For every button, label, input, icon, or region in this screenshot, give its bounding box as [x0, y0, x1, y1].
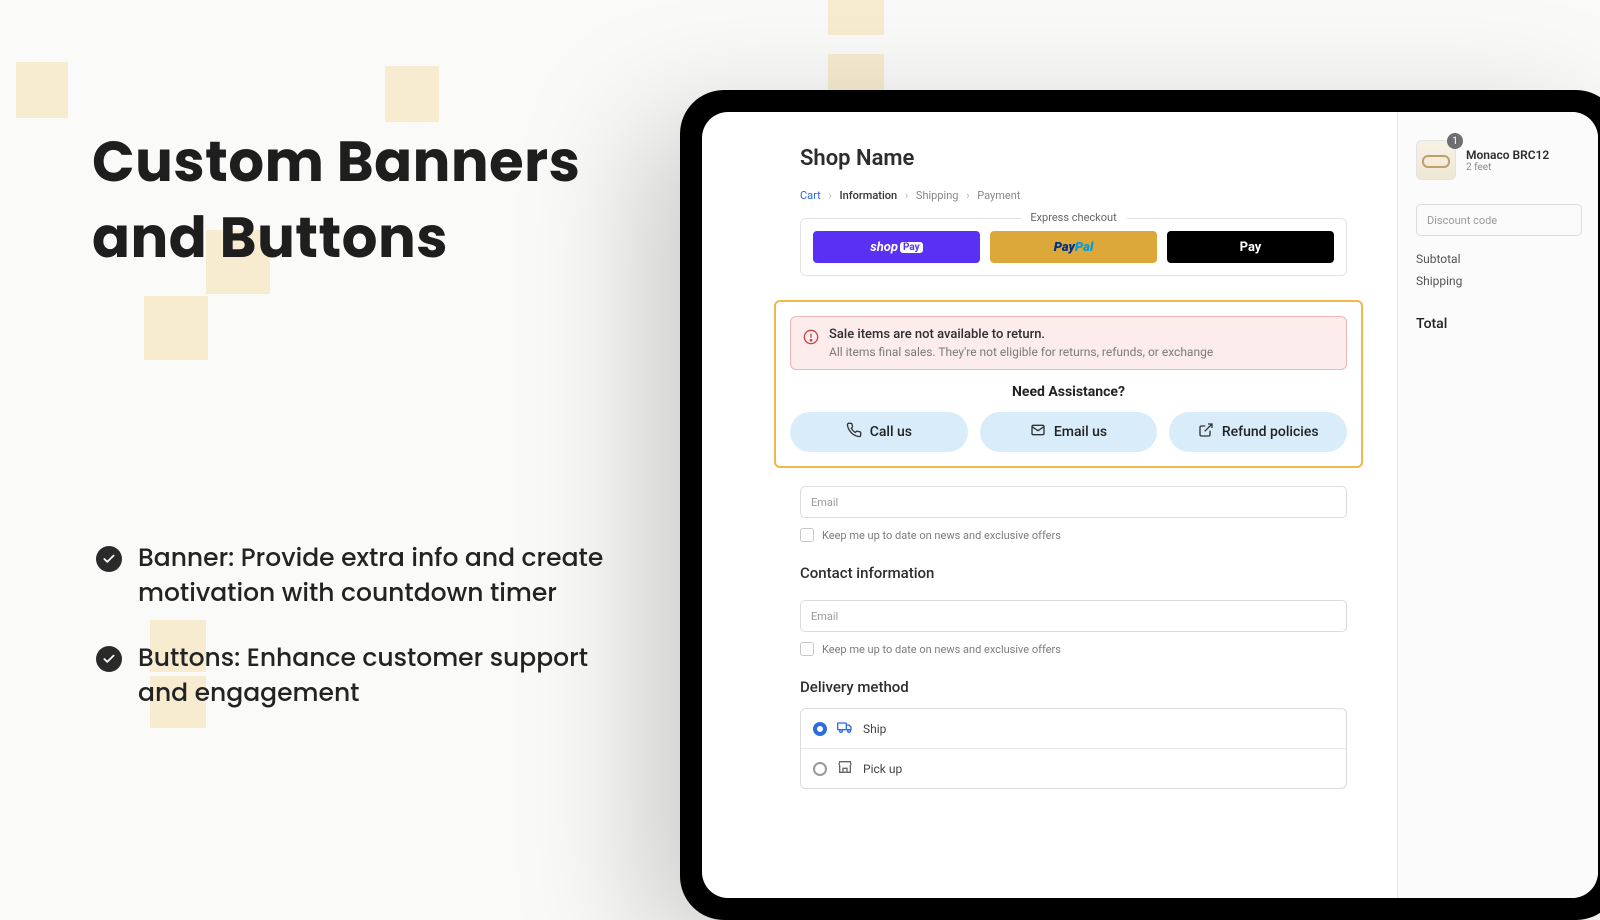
breadcrumb: Cart › Information › Shipping › Payment — [800, 189, 1347, 202]
warning-banner: Sale items are not available to return. … — [790, 316, 1347, 370]
store-icon — [837, 759, 853, 778]
product-name: Monaco BRC12 — [1466, 148, 1549, 162]
check-icon — [96, 646, 122, 672]
mail-icon — [1030, 422, 1046, 442]
total-label: Total — [1416, 316, 1447, 332]
email-field[interactable]: Email — [800, 486, 1347, 518]
news-checkbox-label: Keep me up to date on news and exclusive… — [822, 529, 1061, 542]
radio-selected-icon[interactable] — [813, 722, 827, 736]
news-checkbox-row[interactable]: Keep me up to date on news and exclusive… — [800, 528, 1347, 542]
shipping-label: Shipping — [1416, 274, 1462, 288]
feature-item: Buttons: Enhance customer support and en… — [96, 640, 616, 710]
cart-product: 1 Monaco BRC12 2 feet — [1416, 140, 1582, 180]
subtotal-label: Subtotal — [1416, 252, 1461, 266]
crumb-information[interactable]: Information — [840, 189, 898, 202]
crumb-cart[interactable]: Cart — [800, 189, 821, 202]
discount-code-field[interactable]: Discount code — [1416, 204, 1582, 236]
hero-title-line2: and Buttons — [92, 198, 448, 277]
delivery-ship-option[interactable]: Ship — [801, 709, 1346, 748]
contact-section-heading: Contact information — [800, 564, 1347, 582]
apple-pay-button[interactable]: Pay — [1167, 231, 1334, 263]
pickup-label: Pick up — [863, 762, 902, 776]
feature-text: Buttons: Enhance customer support and en… — [138, 640, 616, 710]
feature-item: Banner: Provide extra info and create mo… — [96, 540, 616, 610]
refund-policies-label: Refund policies — [1222, 424, 1319, 440]
refund-policies-button[interactable]: Refund policies — [1169, 412, 1347, 452]
custom-widgets-highlight: Sale items are not available to return. … — [774, 300, 1363, 468]
banner-description: All items final sales. They're not eligi… — [829, 345, 1213, 359]
email-us-label: Email us — [1054, 424, 1107, 440]
delivery-pickup-option[interactable]: Pick up — [801, 748, 1346, 788]
checkbox-icon[interactable] — [800, 528, 814, 542]
external-link-icon — [1198, 422, 1214, 442]
crumb-shipping: Shipping — [916, 189, 959, 202]
express-checkout: Express checkout shopPay PayPal Pay — [800, 218, 1347, 276]
news-checkbox-row-2[interactable]: Keep me up to date on news and exclusive… — [800, 642, 1347, 656]
check-icon — [96, 546, 122, 572]
quantity-badge: 1 — [1447, 133, 1463, 149]
radio-icon[interactable] — [813, 762, 827, 776]
crumb-payment: Payment — [977, 189, 1020, 202]
product-variant: 2 feet — [1466, 162, 1549, 173]
alert-icon — [803, 329, 819, 359]
hero-title-line1: Custom Banners — [92, 122, 580, 201]
paypal-button[interactable]: PayPal — [990, 231, 1157, 263]
delivery-section-heading: Delivery method — [800, 678, 1347, 696]
email-us-button[interactable]: Email us — [980, 412, 1158, 452]
hero-title: Custom Banners and Buttons — [92, 124, 632, 276]
assist-heading: Need Assistance? — [790, 384, 1347, 400]
call-us-label: Call us — [870, 424, 912, 440]
call-us-button[interactable]: Call us — [790, 412, 968, 452]
contact-email-field[interactable]: Email — [800, 600, 1347, 632]
ship-label: Ship — [863, 722, 886, 736]
shop-name: Shop Name — [800, 146, 1347, 171]
truck-icon — [837, 719, 853, 738]
feature-text: Banner: Provide extra info and create mo… — [138, 540, 616, 610]
product-thumbnail: 1 — [1416, 140, 1456, 180]
banner-title: Sale items are not available to return. — [829, 327, 1213, 342]
shop-pay-button[interactable]: shopPay — [813, 231, 980, 263]
checkbox-icon[interactable] — [800, 642, 814, 656]
phone-icon — [846, 422, 862, 442]
news-checkbox-label: Keep me up to date on news and exclusive… — [822, 643, 1061, 656]
express-label: Express checkout — [1020, 211, 1126, 224]
